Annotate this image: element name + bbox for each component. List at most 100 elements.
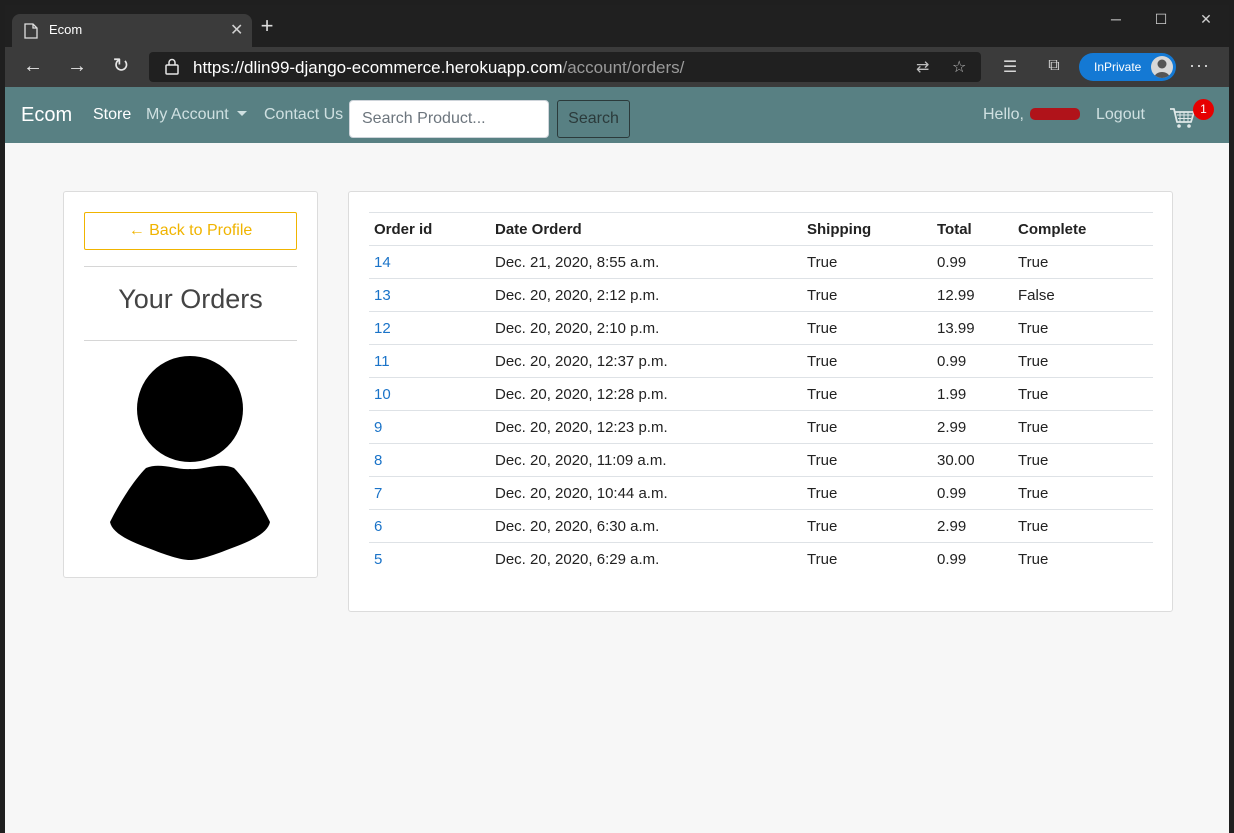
order-date: Dec. 20, 2020, 12:37 p.m.: [490, 344, 802, 378]
order-total: 2.99: [932, 410, 1013, 444]
logout-link[interactable]: Logout: [1096, 106, 1145, 124]
orders-card: Order id Date Orderd Shipping Total Comp…: [348, 191, 1173, 612]
profile-avatar-icon: [1151, 56, 1173, 78]
forward-arrow-icon[interactable]: →: [65, 55, 89, 79]
order-date: Dec. 20, 2020, 2:12 p.m.: [490, 278, 802, 312]
order-shipping: True: [802, 278, 932, 312]
column-header: Date Orderd: [490, 212, 802, 246]
order-shipping: True: [802, 344, 932, 378]
order-date: Dec. 20, 2020, 12:28 p.m.: [490, 377, 802, 411]
order-id-link[interactable]: 12: [369, 311, 490, 345]
nav-store[interactable]: Store: [93, 106, 131, 124]
order-id-link[interactable]: 6: [369, 509, 490, 543]
order-total: 0.99: [932, 542, 1013, 576]
table-row: 5 Dec. 20, 2020, 6:29 a.m. True 0.99 True: [369, 542, 1153, 576]
collections-icon[interactable]: ⧉: [1043, 57, 1065, 75]
order-id-link[interactable]: 5: [369, 542, 490, 576]
order-date: Dec. 21, 2020, 8:55 a.m.: [490, 245, 802, 279]
favorites-icon[interactable]: ☰: [999, 57, 1021, 77]
column-header: Shipping: [802, 212, 932, 246]
new-tab-button[interactable]: +: [257, 15, 277, 37]
table-row: 10 Dec. 20, 2020, 12:28 p.m. True 1.99 True: [369, 377, 1153, 411]
order-total: 2.99: [932, 509, 1013, 543]
order-total: 12.99: [932, 278, 1013, 312]
orders-table: Order id Date Orderd Shipping Total Comp…: [369, 212, 1153, 576]
translate-icon[interactable]: ⇄: [916, 57, 929, 77]
table-row: 6 Dec. 20, 2020, 6:30 a.m. True 2.99 True: [369, 509, 1153, 543]
more-icon[interactable]: ···: [1189, 55, 1210, 76]
order-date: Dec. 20, 2020, 11:09 a.m.: [490, 443, 802, 477]
tab-close-icon[interactable]: ✕: [230, 20, 243, 40]
order-date: Dec. 20, 2020, 2:10 p.m.: [490, 311, 802, 345]
brand-logo[interactable]: Ecom: [21, 104, 72, 127]
address-bar-row: ← → ↻ https://dlin99-django-ecommerce.he…: [5, 47, 1229, 87]
tab-title: Ecom: [49, 22, 83, 37]
order-id-link[interactable]: 7: [369, 476, 490, 510]
divider: [84, 340, 297, 341]
greeting: Hello,: [983, 106, 1080, 124]
cart-icon[interactable]: [1169, 107, 1195, 129]
nav-contact-us[interactable]: Contact Us: [264, 106, 343, 124]
order-complete: True: [1013, 443, 1153, 477]
search-input[interactable]: [349, 100, 549, 138]
order-complete: True: [1013, 542, 1153, 576]
tab-strip: Ecom ✕ + ─ ☐ ✕: [5, 5, 1229, 47]
order-total: 30.00: [932, 443, 1013, 477]
lock-icon: [165, 58, 179, 75]
order-shipping: True: [802, 377, 932, 411]
order-id-link[interactable]: 13: [369, 278, 490, 312]
order-id-link[interactable]: 14: [369, 245, 490, 279]
order-id-link[interactable]: 9: [369, 410, 490, 444]
back-arrow-icon[interactable]: ←: [21, 55, 45, 79]
search-button[interactable]: Search: [557, 100, 630, 138]
profile-card: ← Back to Profile Your Orders: [63, 191, 318, 578]
order-id-link[interactable]: 10: [369, 377, 490, 411]
order-total: 0.99: [932, 245, 1013, 279]
url-field[interactable]: https://dlin99-django-ecommerce.herokuap…: [149, 52, 981, 82]
order-date: Dec. 20, 2020, 10:44 a.m.: [490, 476, 802, 510]
table-row: 11 Dec. 20, 2020, 12:37 p.m. True 0.99 True: [369, 344, 1153, 378]
order-total: 0.99: [932, 344, 1013, 378]
chevron-down-icon: [236, 111, 247, 116]
window-close-icon[interactable]: ✕: [1191, 11, 1221, 28]
table-row: 14 Dec. 21, 2020, 8:55 a.m. True 0.99 True: [369, 245, 1153, 279]
inprivate-button[interactable]: InPrivate: [1079, 53, 1176, 81]
order-total: 13.99: [932, 311, 1013, 345]
order-complete: True: [1013, 476, 1153, 510]
cart-count-badge: 1: [1193, 99, 1214, 120]
page-icon: [24, 23, 38, 39]
order-complete: True: [1013, 509, 1153, 543]
order-complete: True: [1013, 311, 1153, 345]
star-icon[interactable]: ☆: [952, 57, 966, 77]
order-date: Dec. 20, 2020, 6:30 a.m.: [490, 509, 802, 543]
order-complete: True: [1013, 245, 1153, 279]
column-header: Total: [932, 212, 1013, 246]
order-id-link[interactable]: 11: [369, 344, 490, 378]
url-path: /account/orders/: [562, 58, 685, 77]
order-total: 1.99: [932, 377, 1013, 411]
column-header: Order id: [369, 212, 490, 246]
column-header: Complete: [1013, 212, 1153, 246]
browser-tab[interactable]: Ecom ✕: [12, 14, 252, 47]
browser-window: Ecom ✕ + ─ ☐ ✕ ← → ↻ https://dlin99-djan…: [5, 5, 1229, 833]
order-id-link[interactable]: 8: [369, 443, 490, 477]
url-host: https://dlin99-django-ecommerce.herokuap…: [193, 58, 563, 77]
back-to-profile-button[interactable]: ← Back to Profile: [84, 212, 297, 250]
minimize-icon[interactable]: ─: [1101, 11, 1131, 27]
maximize-icon[interactable]: ☐: [1146, 11, 1176, 28]
order-complete: True: [1013, 377, 1153, 411]
order-shipping: True: [802, 245, 932, 279]
table-row: 8 Dec. 20, 2020, 11:09 a.m. True 30.00 True: [369, 443, 1153, 477]
nav-my-account[interactable]: My Account: [146, 106, 247, 124]
order-complete: True: [1013, 344, 1153, 378]
table-row: 12 Dec. 20, 2020, 2:10 p.m. True 13.99 True: [369, 311, 1153, 345]
url-text: https://dlin99-django-ecommerce.herokuap…: [193, 58, 684, 78]
order-complete: False: [1013, 278, 1153, 312]
site-navbar: Ecom Store My Account Contact Us Search …: [5, 87, 1229, 143]
refresh-icon[interactable]: ↻: [109, 55, 133, 79]
user-avatar-icon: [110, 356, 270, 560]
table-row: 13 Dec. 20, 2020, 2:12 p.m. True 12.99 False: [369, 278, 1153, 312]
order-shipping: True: [802, 311, 932, 345]
table-row: 7 Dec. 20, 2020, 10:44 a.m. True 0.99 True: [369, 476, 1153, 510]
order-date: Dec. 20, 2020, 12:23 p.m.: [490, 410, 802, 444]
